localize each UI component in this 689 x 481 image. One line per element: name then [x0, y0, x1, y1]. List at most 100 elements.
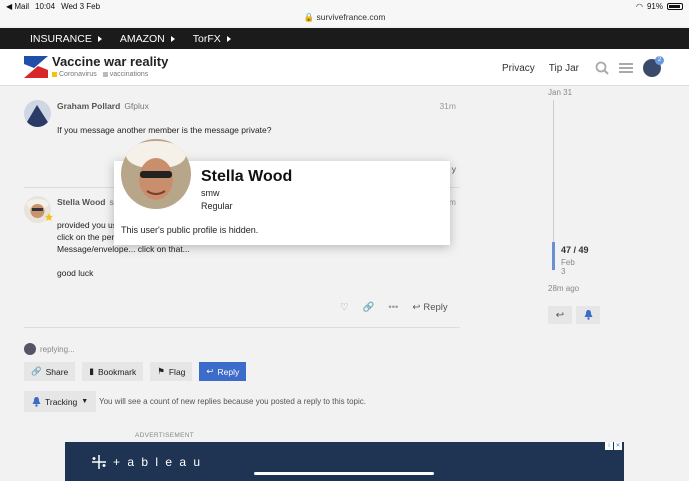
- caret-right-icon: [97, 35, 102, 42]
- post-graham-pollard: Graham Pollard Gfplux 31m If you message …: [24, 100, 460, 174]
- post-line: [57, 255, 190, 267]
- privacy-link[interactable]: Privacy: [502, 63, 535, 74]
- category-color-swatch: [102, 72, 108, 77]
- timeline-reply-button[interactable]: ↩: [548, 306, 572, 324]
- caret-down-icon: ▼: [81, 398, 89, 405]
- reply-arrow-icon: ↩: [206, 366, 214, 376]
- bell-icon: [584, 310, 592, 320]
- site-logo[interactable]: [24, 56, 48, 78]
- ios-status-bar: ◀ Mail 10:04 Wed 3 Feb 🔒 survivefrance.c…: [0, 0, 689, 26]
- topic-categories: Coronavirus vaccinations: [52, 71, 148, 78]
- site-header: Vaccine war reality Coronavirus vaccinat…: [0, 49, 689, 86]
- address-bar[interactable]: 🔒 survivefrance.com: [0, 12, 689, 23]
- notification-badge: 2: [655, 56, 664, 65]
- flag-icon: ⚑: [157, 366, 165, 376]
- caret-right-icon: [170, 35, 175, 42]
- hamburger-menu-icon[interactable]: [619, 62, 633, 74]
- flag-label: Flag: [168, 366, 186, 377]
- user-card-hidden-note: This user's public profile is hidden.: [121, 225, 259, 235]
- post-text: If you message another member is the mes…: [57, 125, 272, 135]
- avatar[interactable]: [24, 100, 51, 127]
- post-reply-button[interactable]: ↩ Reply: [412, 302, 447, 313]
- category-label: vaccinations: [109, 71, 149, 78]
- reply-label: Reply: [217, 366, 240, 377]
- nav-amazon[interactable]: AMAZON: [120, 33, 175, 45]
- tracking-dropdown[interactable]: Tracking ▼: [24, 391, 97, 412]
- wifi-icon: ◠: [636, 2, 643, 11]
- tracking-description: You will see a count of new replies beca…: [99, 397, 366, 406]
- category-color-swatch: [52, 72, 57, 77]
- category-label: Coronavirus: [59, 71, 97, 78]
- nav-insurance[interactable]: INSURANCE: [30, 33, 102, 45]
- flag-button[interactable]: ⚑ Flag: [150, 362, 193, 381]
- timeline-position: 47 / 49: [561, 245, 589, 255]
- user-card-title: Regular: [201, 201, 233, 211]
- search-icon[interactable]: [595, 61, 609, 75]
- timeline-start-date[interactable]: Jan 31: [548, 88, 572, 97]
- nav-torfx[interactable]: TorFX: [193, 33, 231, 45]
- advertisement-label: ADVERTISEMENT: [135, 432, 195, 439]
- nav-insurance-label: INSURANCE: [30, 32, 92, 45]
- post-line: good luck: [57, 268, 94, 278]
- author-username: Gfplux: [124, 101, 149, 111]
- status-date: Wed 3 Feb: [61, 2, 101, 11]
- post-divider: [24, 327, 460, 328]
- user-card-name[interactable]: Stella Wood: [201, 168, 292, 186]
- caret-right-icon: [226, 35, 231, 42]
- tableau-cross-icon: [92, 455, 106, 469]
- current-user-avatar[interactable]: 2: [643, 56, 664, 77]
- share-button[interactable]: 🔗 Share: [24, 362, 76, 381]
- reply-label: Reply: [423, 302, 448, 313]
- topic-title[interactable]: Vaccine war reality: [52, 54, 168, 69]
- tableau-wordmark: + a b l e a u: [113, 455, 203, 469]
- battery-percent: 91%: [646, 2, 663, 11]
- status-time: 10:04: [35, 2, 56, 11]
- user-card-popup: Stella Wood smw Regular This user's publ…: [114, 139, 450, 245]
- back-to-mail-link[interactable]: ◀ Mail: [6, 2, 29, 11]
- timeline-last-activity[interactable]: 28m ago: [548, 284, 579, 293]
- ad-info-icon[interactable]: i: [605, 442, 613, 450]
- timeline-position-date: Feb 3: [561, 258, 575, 276]
- post-time[interactable]: 31m: [439, 101, 456, 111]
- link-icon: 🔗: [31, 366, 42, 376]
- category-vaccinations[interactable]: vaccinations: [102, 71, 149, 78]
- timeline-notification-button[interactable]: [576, 306, 600, 324]
- ad-choices[interactable]: i ✕: [605, 442, 622, 450]
- share-label: Share: [45, 366, 69, 377]
- nav-amazon-label: AMAZON: [119, 32, 165, 45]
- replying-text: replying...: [40, 344, 75, 354]
- timeline-track[interactable]: [553, 100, 554, 242]
- category-coronavirus[interactable]: Coronavirus: [52, 71, 97, 78]
- post-author[interactable]: Graham Pollard Gfplux: [57, 101, 149, 111]
- replying-user-avatar: [24, 343, 36, 355]
- timeline-handle[interactable]: [552, 242, 555, 270]
- ad-close-icon[interactable]: ✕: [614, 442, 622, 450]
- bell-icon: [32, 396, 41, 407]
- author-name: Stella Wood: [57, 197, 106, 207]
- reply-arrow-icon: ↩: [412, 302, 421, 313]
- bookmark-label: Bookmark: [97, 366, 137, 377]
- reply-arrow-icon: ↩: [555, 309, 565, 321]
- reply-button[interactable]: ↩ Reply: [199, 362, 247, 381]
- bookmark-icon: ▮: [89, 366, 94, 376]
- top-nav-bar: INSURANCE AMAZON TorFX: [0, 28, 689, 49]
- tip-jar-link[interactable]: Tip Jar: [549, 63, 579, 74]
- user-card-avatar[interactable]: [121, 139, 191, 209]
- bookmark-button[interactable]: ▮ Bookmark: [82, 362, 144, 381]
- nav-torfx-label: TorFX: [192, 32, 221, 45]
- like-heart-icon[interactable]: ♡: [340, 302, 349, 313]
- post-body: If you message another member is the mes…: [57, 124, 272, 136]
- post-actions: ♡ 🔗 ••• ↩ Reply: [340, 302, 448, 313]
- tableau-logo: + a b l e a u: [91, 454, 202, 470]
- topic-footer-buttons: 🔗 Share ▮ Bookmark ⚑ Flag ↩ Reply: [24, 362, 247, 381]
- link-icon[interactable]: 🔗: [363, 302, 375, 313]
- advertisement-banner[interactable]: + a b l e a u i ✕: [65, 442, 624, 481]
- author-name: Graham Pollard: [57, 101, 121, 111]
- tracking-label: Tracking: [45, 396, 78, 407]
- user-card-username: smw: [201, 188, 220, 198]
- replying-indicator: replying...: [24, 343, 75, 355]
- topic-timeline: Jan 31 47 / 49 Feb 3 28m ago ↩: [548, 88, 600, 324]
- more-ellipsis-icon[interactable]: •••: [388, 302, 398, 313]
- post-author[interactable]: Stella Wood s: [57, 197, 114, 207]
- battery-icon: [667, 3, 683, 10]
